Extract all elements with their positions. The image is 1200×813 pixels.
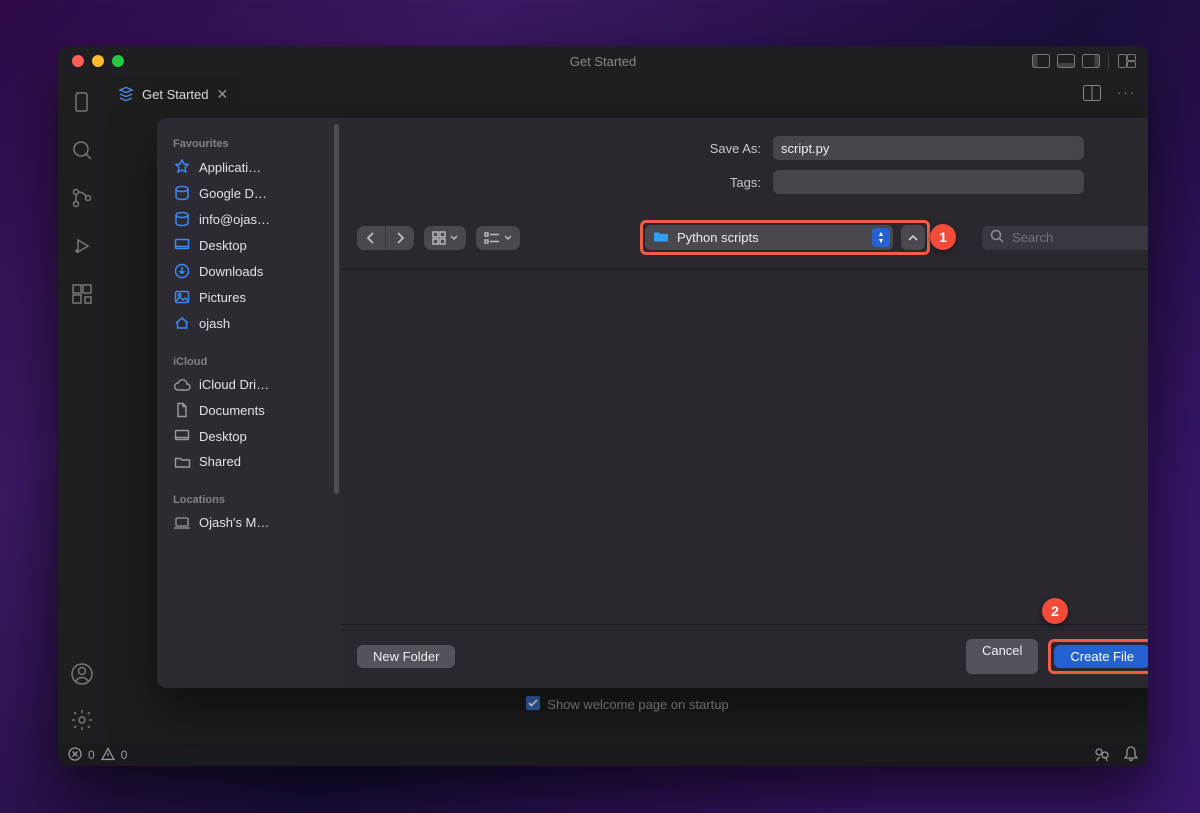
group-mode-button[interactable] — [476, 226, 520, 250]
forward-button[interactable] — [385, 226, 414, 250]
cancel-button[interactable]: Cancel — [966, 639, 1038, 674]
sidebar-item-mac[interactable]: Ojash's M… — [171, 510, 315, 535]
search-icon — [990, 229, 1004, 246]
save-dialog: Favourites Applicati… Google D… info@oja… — [157, 118, 1148, 688]
tab-label: Get Started — [142, 87, 208, 102]
annotation-badge-2: 2 — [1042, 598, 1068, 624]
desktop-icon — [173, 237, 191, 253]
sidebar-item-pictures[interactable]: Pictures — [171, 284, 315, 310]
sidebar-item-downloads[interactable]: Downloads — [171, 258, 315, 284]
welcome-checkbox-row: Show welcome page on startup — [106, 695, 1148, 714]
tab-bar: Get Started ✕ ··· — [106, 76, 1148, 112]
titlebar: Get Started — [58, 46, 1148, 76]
dialog-main: Save As: Tags: — [341, 118, 1148, 688]
folder-icon — [653, 230, 669, 246]
sidebar-item-applications[interactable]: Applicati… — [171, 154, 315, 180]
nav-buttons — [357, 226, 414, 250]
status-warnings-icon[interactable] — [101, 747, 115, 764]
save-as-label: Save As: — [341, 141, 761, 156]
location-highlight: Python scripts ▲▼ — [640, 220, 930, 255]
welcome-checkbox-label: Show welcome page on startup — [547, 697, 728, 712]
download-icon — [173, 263, 191, 279]
file-browser-area[interactable] — [341, 269, 1148, 624]
location-name: Python scripts — [677, 230, 759, 245]
run-debug-icon[interactable] — [68, 232, 96, 260]
checkbox-icon[interactable] — [525, 695, 541, 714]
pictures-icon — [173, 289, 191, 305]
sidebar-scrollbar[interactable] — [334, 124, 339, 494]
annotation-badge-1: 1 — [930, 224, 956, 250]
accounts-icon[interactable] — [68, 660, 96, 688]
sidebar-item-home[interactable]: ojash — [171, 310, 315, 336]
laptop-icon — [173, 517, 191, 529]
tags-label: Tags: — [341, 175, 761, 190]
activity-bar — [58, 76, 106, 744]
manage-settings-icon[interactable] — [68, 706, 96, 734]
cloud-icon — [173, 378, 191, 392]
filename-input[interactable] — [773, 136, 1084, 160]
disk-icon — [173, 211, 191, 227]
search-input[interactable] — [1010, 229, 1148, 246]
search-icon[interactable] — [68, 136, 96, 164]
window-title: Get Started — [58, 54, 1148, 69]
desktop-icon — [173, 428, 191, 444]
vscode-window: Get Started — [58, 46, 1148, 766]
location-dropdown[interactable]: Python scripts ▲▼ — [645, 225, 893, 250]
more-actions-icon[interactable]: ··· — [1117, 85, 1136, 104]
document-icon — [173, 402, 191, 418]
sidebar-item-desktop[interactable]: Desktop — [171, 232, 315, 258]
dialog-button-row: New Folder Cancel Create File — [341, 624, 1148, 688]
status-bar: 0 0 — [58, 744, 1148, 766]
sidebar-item-documents[interactable]: Documents — [171, 397, 315, 423]
status-errors-icon[interactable] — [68, 747, 82, 764]
sidebar-item-shared[interactable]: Shared — [171, 449, 315, 474]
notifications-icon[interactable] — [1124, 746, 1138, 765]
sidebar-item-mail[interactable]: info@ojas… — [171, 206, 315, 232]
finder-toolbar: Python scripts ▲▼ — [341, 216, 1148, 269]
explorer-icon[interactable] — [68, 88, 96, 116]
shared-folder-icon — [173, 455, 191, 469]
tags-input[interactable] — [773, 170, 1084, 194]
extensions-icon[interactable] — [68, 280, 96, 308]
search-field[interactable] — [982, 226, 1148, 250]
sidebar-item-desktop-cloud[interactable]: Desktop — [171, 423, 315, 449]
source-control-icon[interactable] — [68, 184, 96, 212]
tab-get-started[interactable]: Get Started ✕ — [106, 76, 240, 112]
status-warnings: 0 — [121, 748, 128, 762]
feedback-icon[interactable] — [1094, 746, 1110, 765]
app-icon — [173, 159, 191, 175]
dropdown-arrows-icon: ▲▼ — [872, 228, 890, 247]
drive-icon — [173, 185, 191, 201]
finder-sidebar: Favourites Applicati… Google D… info@oja… — [157, 118, 341, 688]
view-mode-button[interactable] — [424, 226, 466, 250]
icloud-header: iCloud — [173, 356, 341, 368]
new-folder-button[interactable]: New Folder — [357, 645, 455, 668]
tab-close-icon[interactable]: ✕ — [216, 86, 228, 103]
create-file-button[interactable]: Create File — [1054, 645, 1148, 668]
status-errors: 0 — [88, 748, 95, 762]
home-icon — [173, 315, 191, 331]
sidebar-item-iclouddrive[interactable]: iCloud Dri… — [171, 372, 315, 397]
collapse-dialog-button[interactable] — [901, 225, 925, 250]
sidebar-item-googledrive[interactable]: Google D… — [171, 180, 315, 206]
favourites-header: Favourites — [173, 138, 341, 150]
back-button[interactable] — [357, 226, 385, 250]
split-editor-icon[interactable] — [1083, 85, 1101, 104]
create-file-highlight: Create File — [1048, 639, 1148, 674]
locations-header: Locations — [173, 494, 341, 506]
